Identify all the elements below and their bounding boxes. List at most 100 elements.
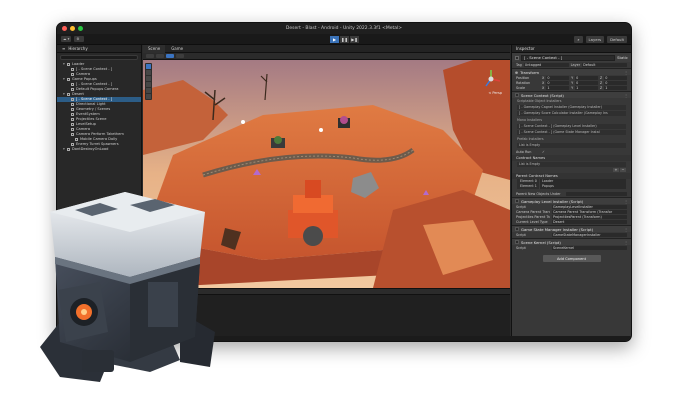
component-header[interactable]: Game State Manager Installer (Script) ⋮ xyxy=(512,225,631,232)
installer-item[interactable]: [ - Gameplay Score Calculator Installer … xyxy=(517,111,626,116)
y-value-field[interactable]: 1 xyxy=(575,85,598,90)
more-icon[interactable]: ⋮ xyxy=(624,240,628,245)
remove-element-button[interactable]: − xyxy=(620,168,626,172)
pause-button[interactable]: ❚❚ xyxy=(340,36,349,43)
active-checkbox[interactable] xyxy=(515,55,519,60)
hand-tool-icon[interactable] xyxy=(146,64,151,69)
mono-installer-item[interactable]: [ - Scene Context - ] (Game State Manage… xyxy=(517,130,626,135)
element-row[interactable]: Element 1 Popups xyxy=(517,184,626,189)
orientation-gizmo-icon[interactable] xyxy=(480,68,502,90)
transform-row: Rotation X 0 Y 0 Z 0 xyxy=(512,80,631,85)
layer-dropdown[interactable]: Default xyxy=(582,62,627,67)
z-value-field[interactable]: 0 xyxy=(604,75,627,80)
search-icon[interactable]: ⌕ xyxy=(574,36,583,43)
y-axis-label: Y xyxy=(571,85,574,90)
layout-dropdown[interactable]: Default xyxy=(607,36,627,43)
component-header[interactable]: Scene Kernel (Script) ⋮ xyxy=(512,238,631,245)
contract-names-foldout[interactable]: Contract Names xyxy=(512,155,631,161)
x-value-field[interactable]: 0 xyxy=(546,75,570,80)
gameobject-icon xyxy=(71,107,74,111)
field-value[interactable]: GameplayLevelInstaller xyxy=(552,204,627,209)
tab-scene[interactable]: Scene xyxy=(143,44,166,53)
component-enabled-checkbox[interactable] xyxy=(515,227,519,231)
play-button[interactable]: ▶ xyxy=(330,36,339,43)
z-value-field[interactable]: 0 xyxy=(604,80,627,85)
cloud-icon[interactable]: ⚙ xyxy=(74,36,85,42)
zoom-window-button[interactable] xyxy=(78,26,83,31)
x-value-field[interactable]: 0 xyxy=(546,80,570,85)
tab-hierarchy[interactable]: ≡ Hierarchy xyxy=(57,45,141,53)
component-header[interactable]: Gameplay Level Installer (Script) ⋮ xyxy=(512,197,631,204)
field-value[interactable]: GameStateManagerInstaller xyxy=(552,232,627,237)
move-tool-icon[interactable] xyxy=(146,70,151,75)
account-dropdown[interactable]: ☁ ▾ xyxy=(61,36,72,42)
field-value[interactable]: SceneKernel xyxy=(552,245,627,250)
scale-tool-icon[interactable] xyxy=(146,82,151,87)
tag-layer-row: Tag Untagged Layer Default xyxy=(512,62,631,67)
more-icon[interactable]: ⋮ xyxy=(624,93,628,98)
field-label: Script xyxy=(516,204,526,209)
minimize-window-button[interactable] xyxy=(70,26,75,31)
tag-dropdown[interactable]: Untagged xyxy=(523,62,569,67)
main-toolbar: ☁ ▾ ⚙ ▶ ❚❚ ▶❚ ⌕ Layers Default xyxy=(57,34,631,45)
rotate-tool-icon[interactable] xyxy=(146,76,151,81)
z-axis-label: Z xyxy=(599,75,603,80)
layers-dropdown[interactable]: Layers xyxy=(585,36,605,43)
gameobject-icon xyxy=(71,82,74,86)
y-value-field[interactable]: 0 xyxy=(575,80,598,85)
parent-new-field[interactable] xyxy=(566,191,627,196)
auto-run-checkbox[interactable]: ✓ xyxy=(542,150,545,154)
field-value[interactable]: ProjectilesParent (Transform) xyxy=(552,214,627,219)
field-label: Camera Parent Transform xyxy=(516,209,550,214)
hierarchy-search-input[interactable] xyxy=(60,55,138,60)
y-value-field[interactable]: 0 xyxy=(575,75,598,80)
hierarchy-item-label: Projectiles Scene xyxy=(76,117,107,121)
field-label: Projectiles Parent Transf xyxy=(516,214,550,219)
prefab-list-empty: List is Empty xyxy=(517,143,626,148)
z-value-field[interactable]: 1 xyxy=(604,85,627,90)
parent-new-row: Parent New Objects Under xyxy=(512,191,631,196)
transform-tool-icon[interactable] xyxy=(146,94,151,99)
snap-toggle[interactable] xyxy=(176,54,184,58)
object-name-field[interactable]: [ - Scene Context - ] xyxy=(521,54,616,61)
shading-mode-dropdown[interactable] xyxy=(146,54,154,58)
component-enabled-checkbox[interactable] xyxy=(515,199,519,203)
rect-tool-icon[interactable] xyxy=(146,88,151,93)
pivot-toggle[interactable] xyxy=(156,54,164,58)
list-controls: + − xyxy=(512,168,631,172)
hierarchy-item-label: Default Popups Camera xyxy=(76,87,119,91)
tag-label: Tag xyxy=(516,62,522,67)
static-toggle[interactable]: Static xyxy=(617,55,628,60)
scene-context-title: Scene Context (Script) xyxy=(521,92,564,98)
tab-game[interactable]: Game xyxy=(166,45,188,53)
field-value[interactable]: Desert xyxy=(552,219,627,224)
contract-list-empty: List is Empty xyxy=(517,162,626,167)
more-icon[interactable]: ⋮ xyxy=(624,227,628,232)
step-button[interactable]: ▶❚ xyxy=(350,36,359,43)
hierarchy-list: ▾ Loader[ - Scene Context - ] Camera ▾ Game … xyxy=(57,62,141,152)
component-enabled-checkbox[interactable] xyxy=(515,240,519,244)
element-value[interactable]: Popups xyxy=(539,184,626,189)
component-field-row: Current Level Type Desert xyxy=(512,219,631,224)
more-icon[interactable]: ⋮ xyxy=(624,70,628,75)
installer-item[interactable]: [ - Gameplay Cagnel Installer (Gameplay … xyxy=(517,105,626,110)
element-key: Element 1 xyxy=(517,184,539,189)
add-element-button[interactable]: + xyxy=(613,168,619,172)
transform-header[interactable]: ⊕ Transform ⋮ xyxy=(512,68,631,75)
mono-installer-item[interactable]: [ - Scene Context - ] (Gameplay Level In… xyxy=(517,124,626,129)
tab-inspector[interactable]: Inspector xyxy=(512,45,631,53)
field-value[interactable]: Camera Parent Transform (Transfor xyxy=(552,209,627,214)
close-window-button[interactable] xyxy=(62,26,67,31)
component-list: Gameplay Level Installer (Script) ⋮ Script… xyxy=(512,197,631,250)
more-icon[interactable]: ⋮ xyxy=(624,199,628,204)
hierarchy-item[interactable]: ▾ DontDestroyOnLoad xyxy=(57,147,141,152)
hierarchy-item-label: Game Popups xyxy=(72,77,97,81)
projection-label[interactable]: < Persp xyxy=(488,91,502,95)
add-component-button[interactable]: Add Component xyxy=(542,255,601,262)
inspector-object-header: [ - Scene Context - ] Static xyxy=(512,53,631,62)
grid-toggle[interactable] xyxy=(166,54,174,58)
x-value-field[interactable]: 1 xyxy=(546,85,570,90)
component-enabled-checkbox[interactable] xyxy=(515,93,519,97)
scene-context-header[interactable]: Scene Context (Script) ⋮ xyxy=(512,91,631,98)
hierarchy-item-label: Directional Light xyxy=(76,102,106,106)
